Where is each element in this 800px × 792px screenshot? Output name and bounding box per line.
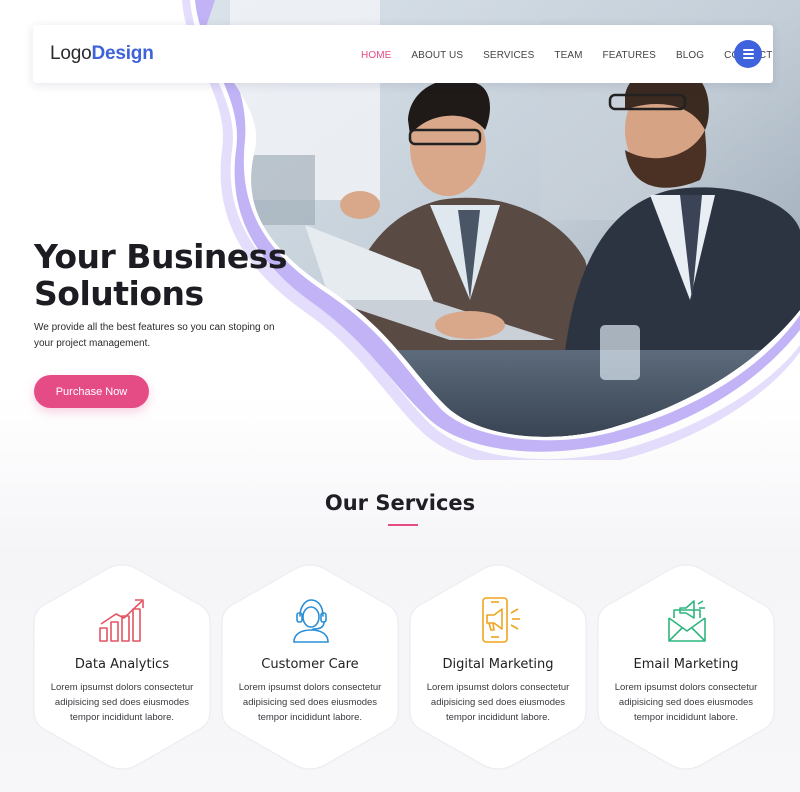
site-header: LogoDesign HOME ABOUT US SERVICES TEAM F… (33, 25, 773, 83)
nav-team[interactable]: TEAM (554, 50, 582, 61)
service-description: Lorem ipsumst dolors consectetur adipisi… (50, 682, 194, 723)
service-description: Lorem ipsumst dolors consectetur adipisi… (238, 682, 382, 723)
headset-support-icon (293, 599, 329, 643)
mobile-megaphone-icon (482, 597, 520, 643)
nav-services[interactable]: SERVICES (483, 50, 534, 61)
service-description: Lorem ipsumst dolors consectetur adipisi… (426, 682, 570, 723)
service-card-digital-marketing[interactable]: Digital Marketing Lorem ipsumst dolors c… (408, 562, 588, 772)
service-card-customer-care[interactable]: Customer Care Lorem ipsumst dolors conse… (220, 562, 400, 772)
main-nav: HOME ABOUT US SERVICES TEAM FEATURES BLO… (361, 50, 792, 61)
nav-blog[interactable]: BLOG (676, 50, 704, 61)
services-title-underline (388, 524, 418, 526)
service-card-data-analytics[interactable]: Data Analytics Lorem ipsumst dolors cons… (32, 562, 212, 772)
nav-about-us[interactable]: ABOUT US (411, 50, 463, 61)
service-title: Data Analytics (74, 657, 170, 672)
service-title: Digital Marketing (442, 657, 554, 672)
hero-title-line-1: Your Business (34, 237, 288, 276)
services-title: Our Services (324, 491, 476, 515)
service-title: Email Marketing (633, 657, 739, 672)
nav-features[interactable]: FEATURES (603, 50, 656, 61)
logo-text-light: Logo (50, 43, 92, 64)
hero-subtitle: We provide all the best features so you … (34, 322, 275, 349)
bar-chart-growth-icon (99, 599, 144, 642)
purchase-now-button[interactable]: Purchase Now (34, 375, 149, 408)
nav-home[interactable]: HOME (361, 50, 391, 61)
envelope-megaphone-icon (668, 600, 706, 642)
service-description: Lorem ipsumst dolors consectetur adipisi… (614, 682, 758, 723)
hero-title-line-2: Solutions (34, 274, 204, 313)
logo-text-bold: Design (91, 43, 154, 64)
hero-title: Your Business Solutions (34, 238, 334, 312)
service-card-email-marketing[interactable]: Email Marketing Lorem ipsumst dolors con… (596, 562, 776, 772)
logo[interactable]: LogoDesign (50, 43, 154, 65)
service-title: Customer Care (261, 657, 359, 672)
hamburger-menu-icon[interactable] (734, 40, 762, 68)
